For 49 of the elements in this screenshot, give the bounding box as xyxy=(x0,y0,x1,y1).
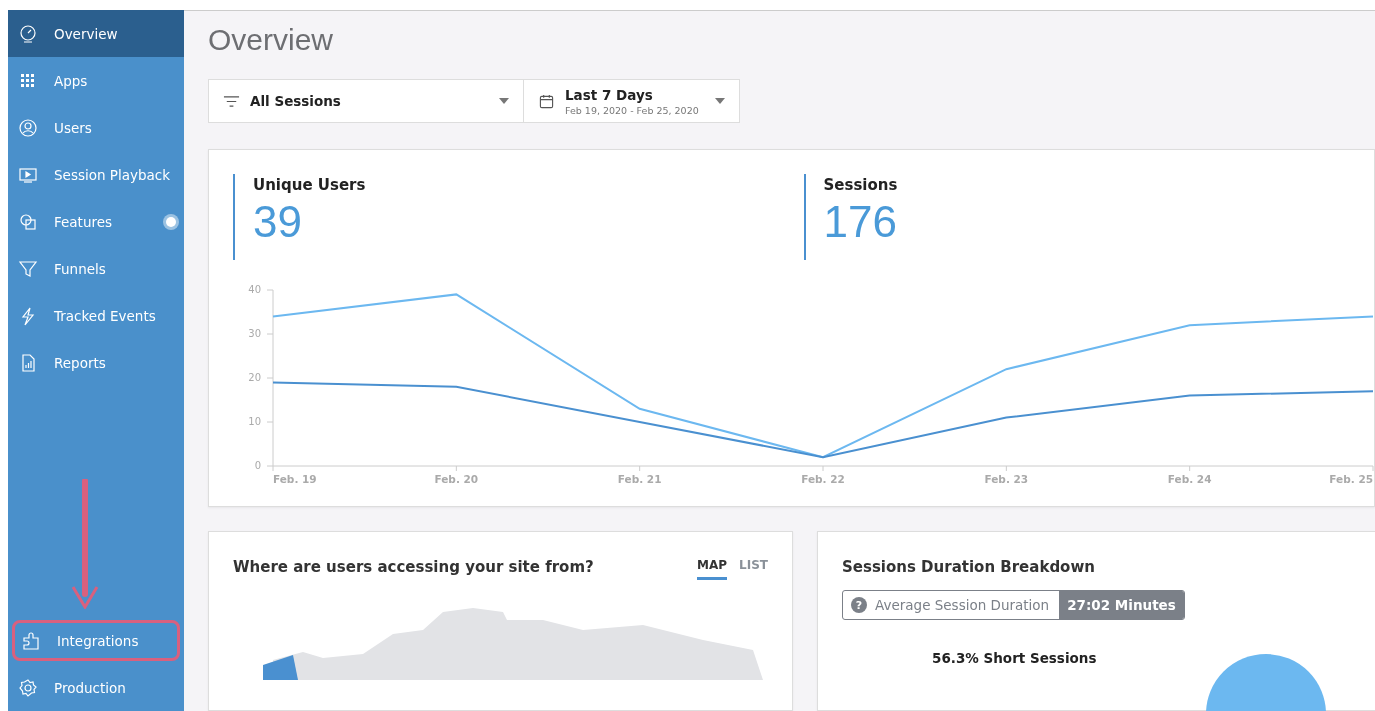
y-tick-label: 20 xyxy=(248,372,261,383)
card-title: Where are users accessing your site from? xyxy=(233,558,594,576)
date-range-dropdown[interactable]: Last 7 Days Feb 19, 2020 - Feb 25, 2020 xyxy=(524,79,740,123)
gear-icon xyxy=(18,677,38,698)
sidebar-item[interactable]: Integrations xyxy=(12,620,180,661)
help-icon[interactable]: ? xyxy=(851,597,867,613)
y-tick-label: 10 xyxy=(248,416,261,427)
x-axis-label: Feb. 19 xyxy=(273,473,317,485)
stat-value: 176 xyxy=(823,196,898,248)
caret-icon xyxy=(499,98,509,104)
caret-icon xyxy=(715,98,725,104)
range-dates: Feb 19, 2020 - Feb 25, 2020 xyxy=(565,104,700,116)
user-icon xyxy=(18,117,38,138)
page-title: Overview xyxy=(208,23,335,57)
calendar-icon xyxy=(538,93,555,109)
sidebar-item[interactable]: Tracked Events xyxy=(8,292,184,339)
metric-value: 27:02 Minutes xyxy=(1059,591,1184,619)
sidebar-item[interactable]: Production xyxy=(8,664,184,711)
x-axis-label: Feb. 23 xyxy=(984,473,1029,485)
y-tick-label: 40 xyxy=(248,284,261,295)
range-label: Last 7 Days xyxy=(565,86,654,103)
puzzle-icon xyxy=(21,630,41,651)
view-tab[interactable]: LIST xyxy=(739,558,768,580)
gauge-icon xyxy=(18,23,38,44)
x-axis-label: Feb. 24 xyxy=(1167,473,1212,485)
x-axis-label: Feb. 20 xyxy=(434,473,479,485)
stat-label: Unique Users xyxy=(253,176,367,194)
sidebar-item[interactable]: Funnels xyxy=(8,245,184,292)
y-tick-label: 0 xyxy=(254,460,261,471)
sidebar-item[interactable]: Reports xyxy=(8,339,184,386)
funnel-icon xyxy=(18,258,38,279)
sidebar-item[interactable]: Apps xyxy=(8,57,184,104)
x-axis-label: Feb. 25 xyxy=(1329,473,1373,485)
metric-label: Average Session Duration xyxy=(875,597,1050,613)
features-icon xyxy=(18,211,38,232)
card-title: Sessions Duration Breakdown xyxy=(842,558,1095,576)
filter-icon xyxy=(223,93,240,109)
sidebar-item[interactable]: Features xyxy=(8,198,184,245)
stat-label: Sessions xyxy=(823,176,899,194)
sidebar-item[interactable]: Overview xyxy=(8,10,184,57)
stat-value: 39 xyxy=(253,196,303,248)
x-axis-label: Feb. 21 xyxy=(617,473,662,485)
sidebar-item[interactable]: Users xyxy=(8,104,184,151)
segment-dropdown[interactable]: All Sessions xyxy=(208,79,524,123)
slice-label: 56.3% Short Sessions xyxy=(932,650,1097,666)
sidebar-item[interactable]: Session Playback xyxy=(8,151,184,198)
view-tab[interactable]: MAP xyxy=(697,558,728,580)
x-axis-label: Feb. 22 xyxy=(801,473,845,485)
y-tick-label: 30 xyxy=(248,328,261,339)
